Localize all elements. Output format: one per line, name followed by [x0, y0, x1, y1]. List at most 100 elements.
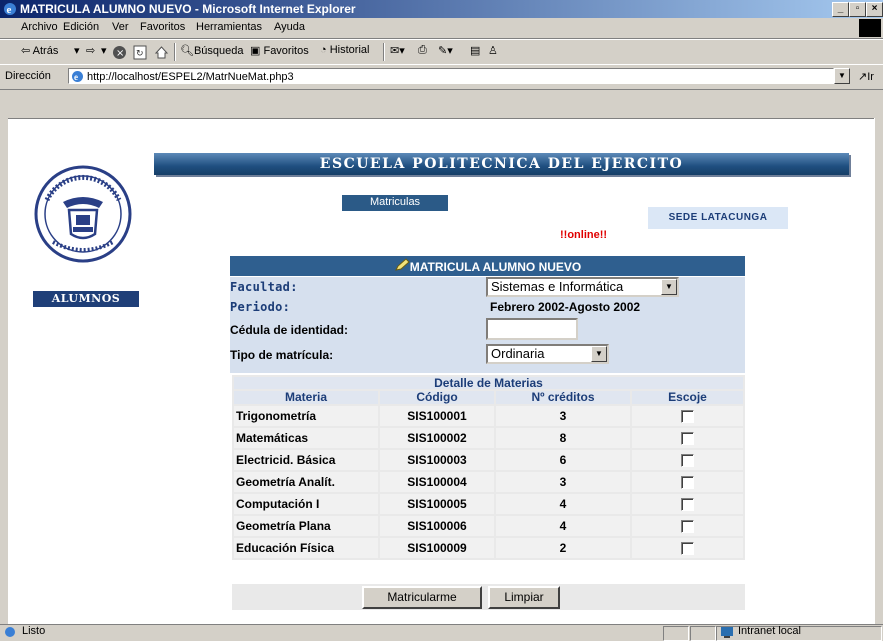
creditos-cell: 3 — [496, 472, 630, 492]
restore-button[interactable]: ▫ — [849, 2, 866, 17]
materia-cell: Geometría Analít. — [234, 472, 378, 492]
folder-icon: ▣ — [250, 45, 261, 57]
creditos-cell: 2 — [496, 538, 630, 558]
escoje-checkbox[interactable] — [681, 432, 694, 446]
creditos-cell: 4 — [496, 516, 630, 536]
alumnos-button[interactable]: ALUMNOS — [33, 291, 139, 307]
facultad-select[interactable]: Sistemas e Informática ▼ — [486, 277, 679, 297]
materia-cell: Computación I — [234, 494, 378, 514]
favorites-button[interactable]: ▣ Favoritos — [250, 44, 309, 57]
creditos-cell: 3 — [496, 406, 630, 426]
title-bar: e MATRICULA ALUMNO NUEVO - Microsoft Int… — [0, 0, 883, 18]
form-title: MATRICULA ALUMNO NUEVO — [409, 260, 582, 274]
table-row: Computación I SIS100005 4 — [234, 494, 743, 514]
address-label: Dirección — [5, 70, 51, 82]
codigo-cell: SIS100009 — [380, 538, 494, 558]
messenger-icon[interactable]: ♙ — [488, 44, 498, 57]
menu-bar: Archivo Edición Ver Favoritos Herramient… — [0, 18, 883, 39]
table-caption: Detalle de Materias — [234, 377, 743, 389]
svg-text:↻: ↻ — [136, 49, 144, 59]
chevron-down-icon: ▼ — [591, 346, 607, 362]
facultad-label: Facultad: — [230, 280, 298, 294]
discuss-icon[interactable]: ▤ — [470, 44, 480, 57]
col-header-creditos: Nº créditos — [496, 391, 630, 404]
windows-logo-icon — [859, 19, 881, 37]
menu-favoritos[interactable]: Favoritos — [140, 21, 185, 33]
codigo-cell: SIS100002 — [380, 428, 494, 448]
menu-edicion[interactable]: Edición — [63, 21, 99, 33]
matricularme-button[interactable]: Matricularme — [362, 586, 482, 609]
materia-cell: Educación Física — [234, 538, 378, 558]
sede-badge: SEDE LATACUNGA — [648, 207, 788, 229]
codigo-cell: SIS100006 — [380, 516, 494, 536]
escoje-checkbox[interactable] — [681, 520, 694, 534]
ie-icon: e — [4, 3, 16, 16]
search-icon: 🔍︎ — [180, 45, 194, 57]
chevron-down-icon: ▼ — [661, 279, 677, 295]
col-header-escoje: Escoje — [632, 391, 743, 404]
back-button[interactable]: ⇦ Atrás — [21, 44, 58, 57]
table-row: Geometría Analít. SIS100004 3 — [234, 472, 743, 492]
school-seal-logo — [34, 165, 132, 263]
materia-cell: Geometría Plana — [234, 516, 378, 536]
escoje-checkbox[interactable] — [681, 498, 694, 512]
page-banner: ESCUELA POLITECNICA DEL EJERCITO — [154, 153, 849, 175]
back-dropdown-icon[interactable]: ▾ — [74, 44, 80, 57]
refresh-icon[interactable]: ↻ — [133, 45, 148, 60]
address-bar: Dirección e http://localhost/ESPEL2/Matr… — [0, 64, 883, 90]
codigo-cell: SIS100004 — [380, 472, 494, 492]
address-input[interactable]: e http://localhost/ESPEL2/MatrNueMat.php… — [68, 68, 834, 84]
address-dropdown-icon[interactable]: ▼ — [834, 68, 850, 84]
creditos-cell: 8 — [496, 428, 630, 448]
matriculas-button[interactable]: Matriculas — [342, 195, 448, 211]
vertical-scrollbar[interactable] — [874, 118, 883, 624]
online-indicator: !!online!! — [560, 229, 608, 241]
home-icon[interactable] — [154, 45, 169, 60]
history-label: Historial — [329, 44, 370, 56]
minimize-button[interactable]: _ — [832, 2, 849, 17]
periodo-value: Febrero 2002-Agosto 2002 — [490, 300, 641, 314]
edit-icon[interactable]: ✎▾ — [438, 44, 453, 57]
intranet-icon — [721, 627, 733, 638]
tipo-value: Ordinaria — [491, 346, 545, 361]
cedula-input[interactable] — [486, 318, 578, 340]
escoje-checkbox[interactable] — [681, 454, 694, 468]
history-button[interactable]: ◔ Historial — [320, 44, 369, 56]
toolbar: ⇦ Atrás ▾ ⇨ ▾ × ↻ 🔍︎Búsqueda ▣ Favoritos… — [0, 39, 883, 65]
escoje-checkbox[interactable] — [681, 542, 694, 556]
page-icon: e — [72, 71, 83, 82]
materia-cell: Trigonometría — [234, 406, 378, 426]
menu-ver[interactable]: Ver — [112, 21, 129, 33]
pencil-icon — [394, 258, 410, 271]
menu-herramientas[interactable]: Herramientas — [196, 21, 262, 33]
mail-icon[interactable]: ✉▾ — [390, 44, 405, 57]
tipo-label: Tipo de matrícula: — [230, 348, 334, 362]
forward-button[interactable]: ⇨ — [86, 44, 95, 57]
codigo-cell: SIS100001 — [380, 406, 494, 426]
escoje-checkbox[interactable] — [681, 476, 694, 490]
menu-ayuda[interactable]: Ayuda — [274, 21, 305, 33]
zone-text: Intranet local — [738, 625, 801, 637]
go-button[interactable]: ↗Ir — [858, 70, 874, 83]
close-button[interactable]: × — [866, 2, 883, 17]
creditos-cell: 6 — [496, 450, 630, 470]
search-button[interactable]: 🔍︎Búsqueda — [180, 44, 244, 57]
creditos-cell: 4 — [496, 494, 630, 514]
escoje-checkbox[interactable] — [681, 410, 694, 424]
codigo-cell: SIS100003 — [380, 450, 494, 470]
page-loaded-icon — [5, 627, 15, 637]
cedula-label: Cédula de identidad: — [230, 323, 349, 337]
page-content: ESCUELA POLITECNICA DEL EJERCITO Matricu… — [8, 118, 874, 625]
col-header-codigo: Código — [380, 391, 494, 404]
materias-table: Detalle de Materias Materia Código Nº cr… — [232, 375, 745, 560]
address-url: http://localhost/ESPEL2/MatrNueMat.php3 — [87, 71, 294, 83]
status-bar: Listo Intranet local — [0, 624, 883, 641]
tipo-matricula-select[interactable]: Ordinaria ▼ — [486, 344, 609, 364]
menu-archivo[interactable]: Archivo — [21, 21, 58, 33]
stop-icon[interactable]: × — [112, 45, 127, 60]
print-icon[interactable]: ⎙ — [418, 44, 427, 57]
limpiar-button[interactable]: Limpiar — [488, 586, 560, 609]
materia-cell: Electricid. Básica — [234, 450, 378, 470]
forward-dropdown-icon[interactable]: ▾ — [101, 44, 107, 57]
svg-text:e: e — [74, 72, 78, 82]
